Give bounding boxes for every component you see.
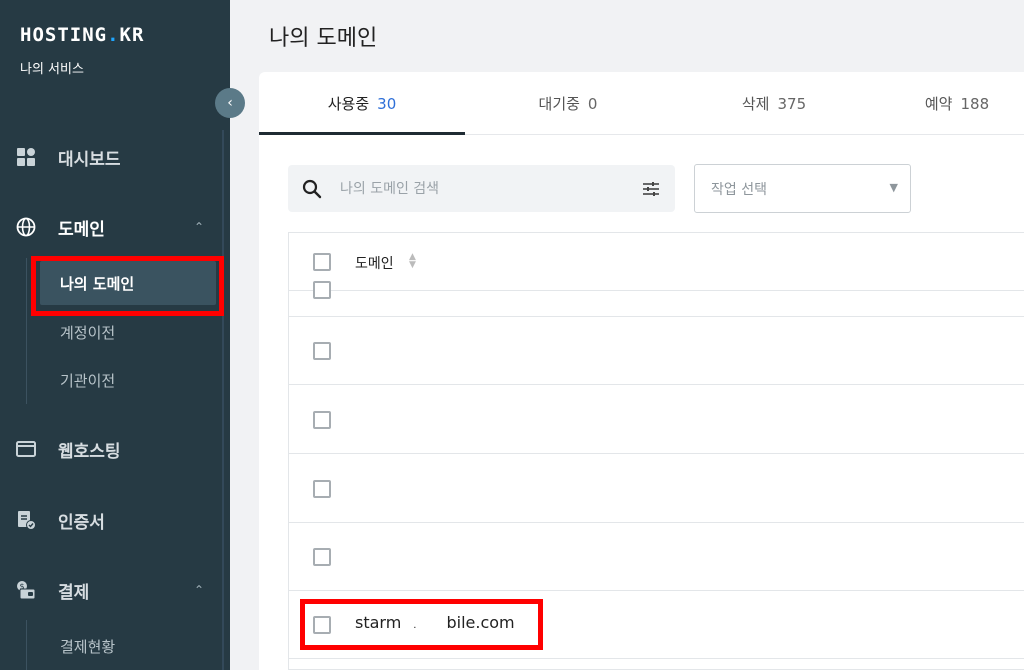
tab-count: 188 <box>960 94 990 113</box>
tab-deleted[interactable]: 삭제 375 <box>671 72 877 135</box>
sort-icon[interactable]: ▲ ▼ <box>409 253 416 270</box>
dropdown-arrow-icon: ▼ <box>889 181 898 194</box>
tab-label: 사용중 <box>327 95 370 113</box>
row-checkbox[interactable] <box>313 342 331 360</box>
tab-label: 예약 <box>924 95 953 113</box>
table-row[interactable]: starm. bile.com <box>289 591 1024 659</box>
tab-label: 삭제 <box>741 95 770 113</box>
tab-label: 대기중 <box>538 95 580 113</box>
row-checkbox[interactable] <box>313 411 331 429</box>
domain-redacted: . <box>413 620 417 631</box>
logo-tail: KR <box>119 24 145 46</box>
sidebar-subitem-payment-status[interactable]: 결제현황 <box>40 624 216 668</box>
table-row[interactable] <box>289 523 1024 591</box>
logo[interactable]: HOSTING.KR <box>20 24 144 46</box>
row-checkbox[interactable] <box>313 548 331 566</box>
action-select-value: 작업 선택 <box>711 182 767 198</box>
row-checkbox[interactable] <box>313 480 331 498</box>
tab-count: 30 <box>377 94 397 113</box>
service-label: 나의 서비스 <box>20 62 84 77</box>
sidebar-item-label: 도메인 <box>58 219 105 240</box>
sidebar-subitem-registrar-transfer[interactable]: 기관이전 <box>40 358 216 402</box>
sidebar-subitem-label: 결제현황 <box>60 637 116 656</box>
domain-suffix: bile.com <box>446 613 515 632</box>
filter-icon[interactable] <box>641 179 661 199</box>
dashboard-icon <box>17 148 35 166</box>
sidebar-item-label: 인증서 <box>58 512 105 533</box>
sidebar: HOSTING.KR 나의 서비스 대시보드 도메인 ⌃ 나의 도메인 계정이전… <box>0 0 230 670</box>
sidebar-subitem-account-transfer[interactable]: 계정이전 <box>40 310 216 354</box>
action-select[interactable]: 작업 선택 ▼ <box>694 164 911 213</box>
column-header-domain: 도메인 <box>355 256 394 272</box>
window-icon <box>16 441 36 457</box>
table-header: 도메인 ▲ ▼ <box>289 233 1024 291</box>
tab-in-use[interactable]: 사용중 30 <box>259 72 465 135</box>
table-row[interactable] <box>289 317 1024 385</box>
chevron-up-icon[interactable]: ⌃ <box>194 583 204 597</box>
table-row[interactable] <box>289 454 1024 523</box>
submenu-line <box>26 258 27 404</box>
sidebar-subitem-label: 나의 도메인 <box>60 274 135 293</box>
tab-count: 0 <box>587 94 598 113</box>
search-icon <box>302 179 322 199</box>
page-title: 나의 도메인 <box>269 26 378 51</box>
sidebar-item-webhosting[interactable]: 웹호스팅 <box>0 429 222 469</box>
sidebar-item-label: 결제 <box>58 582 90 603</box>
select-all-checkbox[interactable] <box>313 253 331 271</box>
tab-bar: 사용중 30 대기중 0 삭제 375 예약 188 <box>259 72 1024 135</box>
domain-cell[interactable]: starm. bile.com <box>355 613 515 632</box>
sidebar-item-payment[interactable]: $ 결제 ⌃ <box>0 570 222 610</box>
sidebar-item-domain[interactable]: 도메인 ⌃ <box>0 207 222 247</box>
search-input[interactable] <box>340 177 620 201</box>
active-tab-indicator <box>259 132 465 135</box>
certificate-icon <box>18 511 36 530</box>
tab-pending[interactable]: 대기중 0 <box>465 72 671 135</box>
sidebar-subitem-label: 기관이전 <box>60 371 116 390</box>
sidebar-item-label: 웹호스팅 <box>58 441 121 462</box>
tab-reserved[interactable]: 예약 188 <box>877 72 1024 135</box>
payment-icon: $ <box>17 581 36 600</box>
row-checkbox[interactable] <box>313 616 331 634</box>
submenu-line <box>26 620 27 670</box>
sidebar-item-certificate[interactable]: 인증서 <box>0 500 222 540</box>
sidebar-item-label: 대시보드 <box>58 149 121 170</box>
chevron-up-icon[interactable]: ⌃ <box>194 220 204 234</box>
sidebar-subitem-my-domain[interactable]: 나의 도메인 <box>40 261 216 305</box>
sidebar-scrollbar[interactable] <box>222 130 224 670</box>
globe-icon <box>16 217 36 237</box>
table-row[interactable] <box>289 385 1024 454</box>
search-box <box>288 165 675 212</box>
table-row[interactable] <box>289 281 1024 317</box>
domain-prefix: starm <box>355 613 402 632</box>
domain-card: 사용중 30 대기중 0 삭제 375 예약 188 나의 도메인 검색 작업 … <box>259 72 1024 670</box>
table-row[interactable] <box>289 659 1024 669</box>
sidebar-collapse-button[interactable]: ‹ <box>215 88 245 118</box>
chevron-left-icon: ‹ <box>227 95 233 111</box>
logo-main: HOSTING <box>20 24 108 46</box>
sidebar-item-dashboard[interactable]: 대시보드 <box>0 137 222 177</box>
tab-count: 375 <box>777 94 807 113</box>
logo-dot: . <box>107 24 120 46</box>
sidebar-subitem-label: 계정이전 <box>60 323 116 342</box>
row-checkbox[interactable] <box>313 281 331 299</box>
domain-table: 도메인 ▲ ▼ starm. bile.com <box>288 232 1024 670</box>
